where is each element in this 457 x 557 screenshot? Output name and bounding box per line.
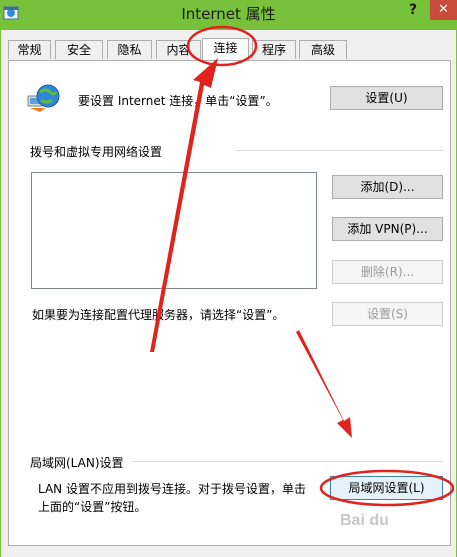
close-button[interactable]: ✕ xyxy=(430,0,457,20)
globe-network-icon xyxy=(27,84,60,112)
setup-button[interactable]: 设置(U) xyxy=(330,86,443,110)
lan-heading: 局域网(LAN)设置 xyxy=(30,456,124,470)
setup-text: 要设置 Internet 连接，单击“设置”。 xyxy=(78,94,278,108)
tab-programs[interactable]: 程序 xyxy=(252,40,296,59)
tab-advanced[interactable]: 高级 xyxy=(299,40,347,59)
title-bar: Internet 属性 ? ✕ xyxy=(0,0,457,30)
help-button[interactable]: ? xyxy=(402,1,424,19)
tab-privacy[interactable]: 隐私 xyxy=(107,40,152,59)
baidu-watermark: Bai du xyxy=(340,512,389,529)
tab-content[interactable]: 内容 xyxy=(156,40,201,59)
dialup-settings-button[interactable]: 设置(S) xyxy=(332,302,443,326)
lan-settings-button[interactable]: 局域网设置(L) xyxy=(330,476,443,500)
tab-security[interactable]: 安全 xyxy=(55,40,103,59)
dialup-heading: 拨号和虚拟专用网络设置 xyxy=(30,145,163,159)
tab-connections[interactable]: 连接 xyxy=(202,38,249,60)
dialup-group-line xyxy=(236,150,443,151)
lan-text-line2: 上面的“设置”按钮。 xyxy=(38,500,147,514)
delete-button[interactable]: 删除(R)... xyxy=(332,260,443,284)
lan-text-line1: LAN 设置不应用到拨号连接。对于拨号设置，单击 xyxy=(38,482,306,496)
connections-list[interactable] xyxy=(31,172,317,289)
add-vpn-button[interactable]: 添加 VPN(P)... xyxy=(332,217,443,241)
proxy-text: 如果要为连接配置代理服务器，请选择“设置”。 xyxy=(32,308,285,322)
tab-general[interactable]: 常规 xyxy=(8,40,51,59)
add-button[interactable]: 添加(D)... xyxy=(332,175,443,199)
window-title: Internet 属性 xyxy=(181,5,276,23)
lan-group-line xyxy=(132,461,443,462)
